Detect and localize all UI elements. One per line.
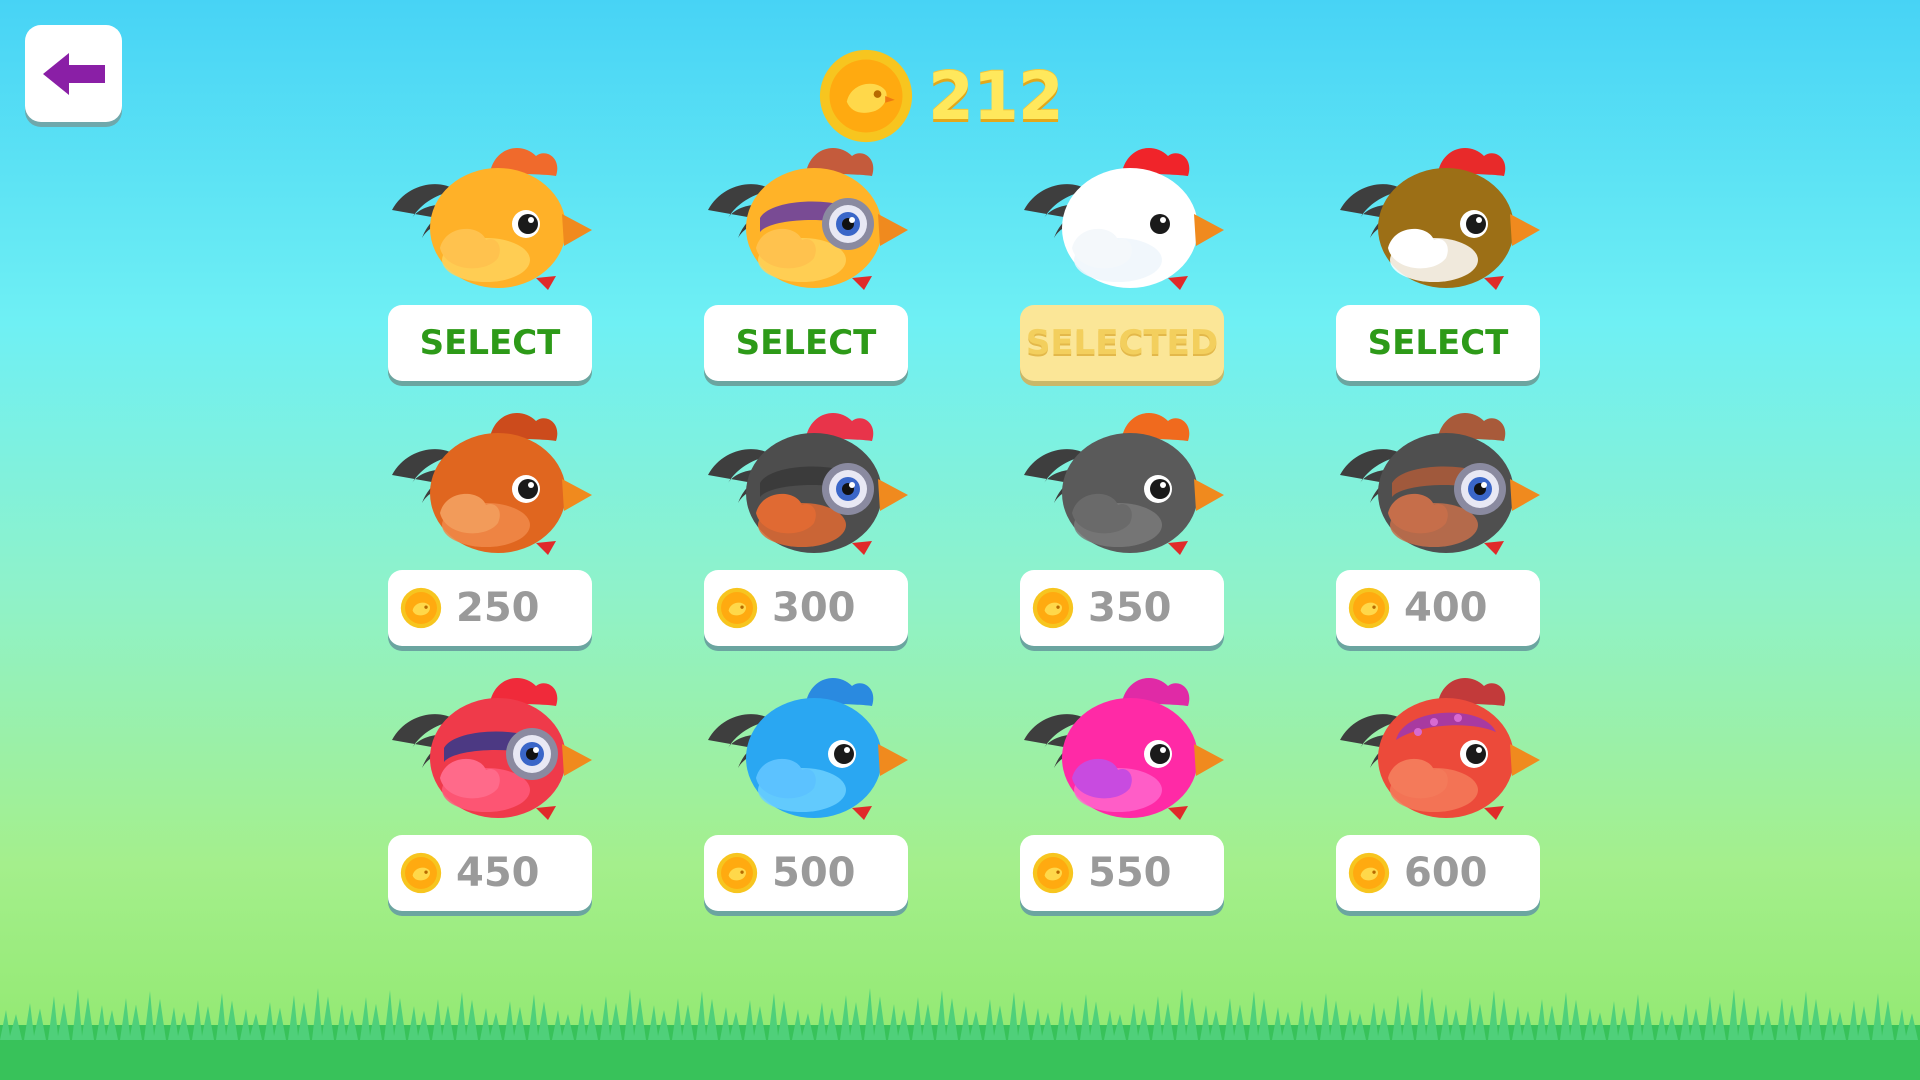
bird-card-red-goggle-chicken: 450 (386, 670, 594, 920)
bird-card-blue-chicken: 500 (702, 670, 910, 920)
buy-button-red-cap-chicken[interactable]: 600 (1336, 835, 1540, 911)
buy-button-rust-chicken[interactable]: 250 (388, 570, 592, 646)
coin-icon (716, 587, 758, 629)
bird-card-gray-chicken: 350 (1018, 405, 1226, 655)
button-label: SELECTED (1025, 323, 1219, 363)
red-goggle-chicken-sprite (392, 678, 592, 820)
buy-button-red-goggle-chicken[interactable]: 450 (388, 835, 592, 911)
selected-button-white-chicken[interactable]: SELECTED (1020, 305, 1224, 381)
button-label: SELECT (735, 323, 877, 363)
coin-icon (400, 587, 442, 629)
bird-card-orange-chicken: SELECT (386, 140, 594, 390)
coin-icon (716, 852, 758, 894)
brown-cap-chicken-sprite (1340, 413, 1540, 555)
buy-button-pink-chicken[interactable]: 550 (1020, 835, 1224, 911)
price-label: 500 (772, 850, 856, 896)
price-label: 250 (456, 585, 540, 631)
buy-button-blue-chicken[interactable]: 500 (704, 835, 908, 911)
coin-icon (1032, 587, 1074, 629)
buy-button-gray-chicken[interactable]: 350 (1020, 570, 1224, 646)
coin-icon (1348, 852, 1390, 894)
back-button[interactable] (25, 25, 122, 122)
white-chicken-sprite (1024, 148, 1224, 290)
price-label: 350 (1088, 585, 1172, 631)
button-label: SELECT (419, 323, 561, 363)
bird-card-brown-cap-chicken: 400 (1334, 405, 1542, 655)
bird-card-rust-chicken: 250 (386, 405, 594, 655)
grass-ground (0, 988, 1920, 1080)
coin-icon (400, 852, 442, 894)
coin-icon (1032, 852, 1074, 894)
goggle-chicken-sprite (708, 148, 908, 290)
buy-button-black-goggle-chicken[interactable]: 300 (704, 570, 908, 646)
brown-chicken-sprite (1340, 148, 1540, 290)
price-label: 400 (1404, 585, 1488, 631)
blue-chicken-sprite (708, 678, 908, 820)
bird-card-goggle-chicken: SELECT (702, 140, 910, 390)
red-cap-chicken-sprite (1340, 678, 1540, 820)
bird-card-black-goggle-chicken: 300 (702, 405, 910, 655)
price-label: 550 (1088, 850, 1172, 896)
coin-icon (819, 49, 913, 143)
black-goggle-chicken-sprite (708, 413, 908, 555)
price-label: 300 (772, 585, 856, 631)
price-label: 450 (456, 850, 540, 896)
bird-card-brown-chicken: SELECT (1334, 140, 1542, 390)
select-button-goggle-chicken[interactable]: SELECT (704, 305, 908, 381)
bird-card-pink-chicken: 550 (1018, 670, 1226, 920)
rust-chicken-sprite (392, 413, 592, 555)
coin-count: 212 (928, 57, 1064, 135)
select-button-orange-chicken[interactable]: SELECT (388, 305, 592, 381)
back-arrow-icon (42, 52, 105, 95)
bird-card-white-chicken: SELECTED (1018, 140, 1226, 390)
pink-chicken-sprite (1024, 678, 1224, 820)
bird-card-red-cap-chicken: 600 (1334, 670, 1542, 920)
coin-icon (1348, 587, 1390, 629)
gray-chicken-sprite (1024, 413, 1224, 555)
select-button-brown-chicken[interactable]: SELECT (1336, 305, 1540, 381)
coin-balance: 212 (818, 48, 1064, 144)
price-label: 600 (1404, 850, 1488, 896)
button-label: SELECT (1367, 323, 1509, 363)
buy-button-brown-cap-chicken[interactable]: 400 (1336, 570, 1540, 646)
orange-chicken-sprite (392, 148, 592, 290)
